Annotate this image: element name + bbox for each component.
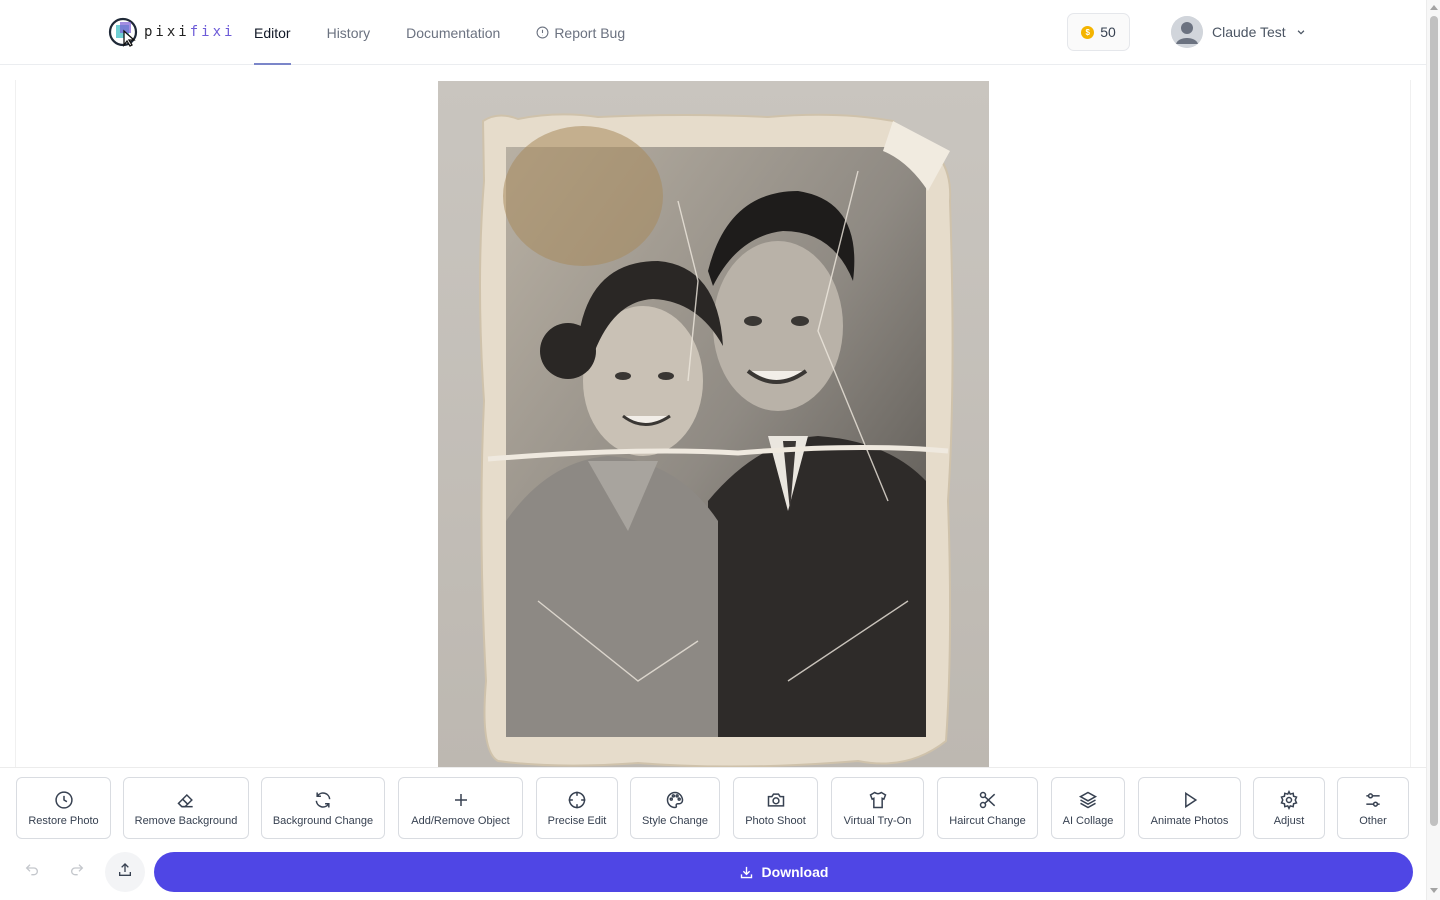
main-nav: Editor History Documentation Report Bug (254, 0, 661, 65)
eraser-icon (176, 789, 196, 811)
avatar (1171, 16, 1203, 48)
play-icon (1180, 789, 1200, 811)
crosshair-icon (567, 789, 587, 811)
scroll-thumb[interactable] (1430, 16, 1438, 826)
undo-button[interactable] (12, 852, 52, 892)
shirt-icon (868, 789, 888, 811)
tool-animate-photos[interactable]: Animate Photos (1138, 777, 1241, 839)
download-label: Download (761, 864, 829, 880)
tool-label: Haircut Change (949, 815, 1026, 827)
tool-label: Precise Edit (547, 815, 607, 827)
tool-style-change[interactable]: Style Change (630, 777, 720, 839)
brand-name: pixifixi (144, 24, 235, 40)
nav-report-bug[interactable]: Report Bug (536, 0, 625, 65)
tool-label: Photo Shoot (745, 815, 806, 827)
nav-report-bug-label: Report Bug (554, 24, 626, 41)
brand-logo[interactable]: pixifixi (106, 12, 235, 52)
user-name: Claude Test (1212, 24, 1286, 40)
tool-label: Background Change (272, 815, 374, 827)
scroll-down-icon[interactable] (1430, 888, 1438, 893)
top-header: pixifixi Editor History Documentation Re… (0, 0, 1426, 65)
tool-restore-photo[interactable]: Restore Photo (16, 777, 111, 839)
logo-icon (106, 15, 140, 49)
editor-canvas (15, 80, 1411, 770)
tool-label: Animate Photos (1150, 815, 1229, 827)
edited-photo[interactable] (438, 81, 989, 767)
coin-icon: $ (1081, 25, 1095, 39)
tool-label: Other (1359, 815, 1387, 827)
plus-icon (452, 789, 470, 811)
tool-label: Restore Photo (28, 815, 99, 827)
tool-other[interactable]: Other (1337, 777, 1409, 839)
tool-haircut-change[interactable]: Haircut Change (937, 777, 1038, 839)
tool-remove-background[interactable]: Remove Background (123, 777, 249, 839)
credits-value: 50 (1100, 24, 1116, 40)
tool-label: Remove Background (134, 815, 238, 827)
palette-icon (665, 789, 685, 811)
upload-button[interactable] (105, 852, 145, 892)
nav-tab-documentation[interactable]: Documentation (406, 0, 500, 65)
user-menu[interactable]: Claude Test (1171, 15, 1306, 49)
tool-label: Style Change (641, 815, 709, 827)
sliders-icon (1363, 789, 1383, 811)
nav-tab-editor-label: Editor (254, 24, 291, 41)
chevron-down-icon (1296, 27, 1306, 37)
alert-circle-icon (536, 26, 549, 39)
brand-name-part1: pixi (144, 24, 190, 40)
redo-icon (69, 862, 85, 883)
brand-name-part2: fixi (189, 24, 236, 40)
tool-virtual-try-on[interactable]: Virtual Try-On (831, 777, 924, 839)
tool-photo-shoot[interactable]: Photo Shoot (733, 777, 818, 839)
tool-background-change[interactable]: Background Change (261, 777, 385, 839)
clock-icon (54, 789, 74, 811)
tool-label: Adjust (1273, 815, 1305, 827)
nav-tab-documentation-label: Documentation (406, 24, 501, 41)
credits-badge[interactable]: $ 50 (1067, 13, 1130, 51)
tool-label: Virtual Try-On (843, 815, 912, 827)
tool-label: Add/Remove Object (411, 815, 510, 827)
camera-icon (766, 789, 786, 811)
layers-icon (1078, 789, 1098, 811)
tool-label: AI Collage (1062, 815, 1114, 827)
nav-tab-history[interactable]: History (327, 0, 371, 65)
tool-add-remove-object[interactable]: Add/Remove Object (398, 777, 523, 839)
download-button[interactable]: Download (154, 852, 1413, 892)
nav-tab-history-label: History (326, 24, 371, 41)
tool-precise-edit[interactable]: Precise Edit (536, 777, 618, 839)
tool-adjust[interactable]: Adjust (1253, 777, 1325, 839)
download-icon (739, 865, 754, 880)
nav-tab-editor[interactable]: Editor (254, 0, 291, 65)
scissors-icon (978, 789, 998, 811)
tool-ai-collage[interactable]: AI Collage (1051, 777, 1125, 839)
refresh-icon (313, 789, 333, 811)
scroll-up-icon[interactable] (1430, 5, 1438, 10)
undo-icon (24, 862, 40, 883)
redo-button[interactable] (57, 852, 97, 892)
gear-icon (1279, 789, 1299, 811)
page-scrollbar[interactable] (1426, 0, 1440, 900)
upload-icon (117, 862, 133, 883)
